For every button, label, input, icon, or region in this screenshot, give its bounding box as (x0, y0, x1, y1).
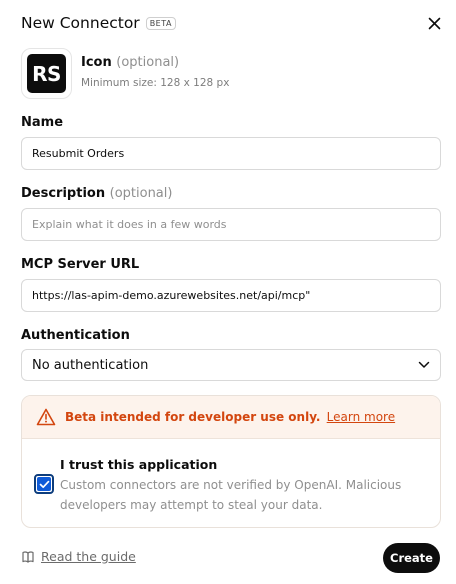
chevron-down-icon (418, 361, 430, 368)
book-icon (22, 550, 34, 563)
dialog-header: New Connector BETA (21, 12, 176, 34)
icon-size-hint: Minimum size: 128 x 128 px (81, 77, 230, 89)
beta-warning-message: Beta intended for developer use only. (65, 410, 321, 424)
dialog-title: New Connector (21, 14, 140, 32)
description-label-text: Description (21, 186, 106, 201)
description-label: Description (optional) (21, 186, 172, 201)
beta-warning-text: Beta intended for developer use only. Le… (65, 410, 395, 424)
name-label: Name (21, 115, 64, 130)
trust-row: I trust this application Custom connecto… (22, 439, 440, 515)
icon-label: Icon (optional) (81, 55, 229, 70)
mcp-url-label: MCP Server URL (21, 257, 140, 272)
learn-more-link[interactable]: Learn more (327, 410, 395, 424)
beta-badge: BETA (145, 16, 176, 30)
authentication-value: No authentication (32, 357, 149, 373)
authentication-label: Authentication (21, 328, 130, 343)
create-button[interactable]: Create (383, 543, 440, 573)
checkbox-checked (37, 477, 51, 491)
checkmark-icon (39, 480, 49, 488)
icon-label-text: Icon (81, 55, 112, 70)
mcp-url-input[interactable] (21, 279, 441, 312)
icon-optional: (optional) (116, 55, 180, 70)
trust-checkbox[interactable] (34, 474, 54, 494)
read-guide-link[interactable]: Read the guide (21, 549, 136, 564)
close-button[interactable] (422, 11, 446, 35)
name-input[interactable] (21, 137, 441, 170)
icon-upload[interactable]: RS (21, 48, 72, 99)
description-optional: (optional) (109, 186, 173, 201)
trust-description: Custom connectors are not verified by Op… (60, 478, 402, 512)
warning-triangle-icon (36, 408, 56, 426)
beta-warning-card: Beta intended for developer use only. Le… (21, 395, 441, 528)
connector-icon-preview: RS (27, 54, 66, 93)
read-guide-text: Read the guide (41, 549, 136, 564)
new-connector-dialog: New Connector BETA RS Icon (optional) Mi… (0, 0, 456, 584)
close-icon (428, 17, 440, 29)
authentication-select[interactable]: No authentication (21, 349, 441, 381)
beta-warning-banner: Beta intended for developer use only. Le… (22, 396, 440, 439)
icon-field: RS Icon (optional) Minimum size: 128 x 1… (21, 48, 229, 99)
trust-title: I trust this application (60, 457, 218, 472)
description-input[interactable] (21, 208, 441, 241)
